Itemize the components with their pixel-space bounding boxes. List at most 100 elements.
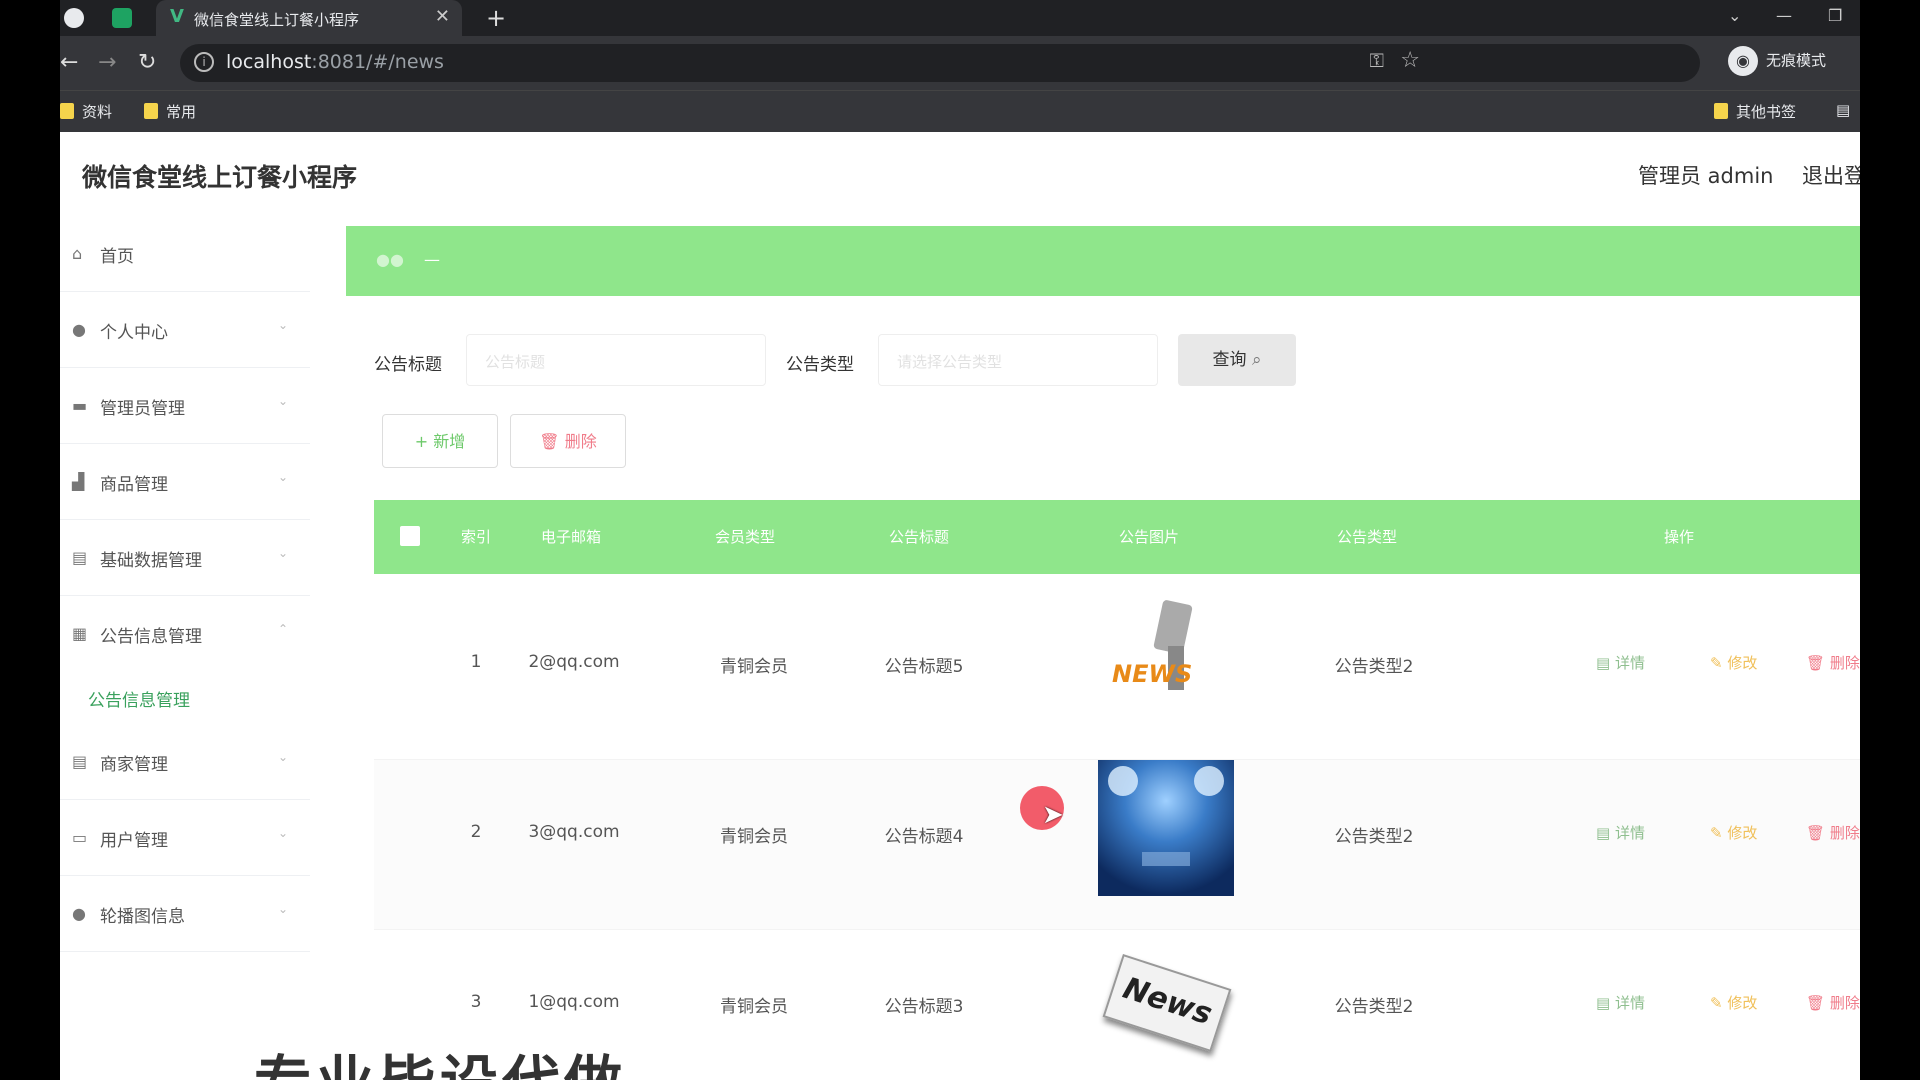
header-member: 会员类型 [714, 528, 775, 546]
forward-icon[interactable]: → [98, 50, 116, 75]
edit-button[interactable]: ✎ 修改 [1710, 652, 1757, 673]
tab-title: 微信食堂线上订餐小程序 [194, 11, 360, 29]
notice-image: NEWS [1098, 596, 1234, 732]
search-icon: ⌕ [1251, 350, 1262, 370]
browser-logo-icon [64, 8, 84, 28]
chevron-down-icon: ⌄ [277, 318, 288, 332]
doc-icon: ▤ [72, 548, 88, 567]
sidebar-item-users[interactable]: ▭ 用户管理 ⌄ [60, 800, 310, 876]
bookmark-folder-1[interactable]: 资料 [60, 101, 112, 122]
sidebar-item-home[interactable]: ⌂ 首页 [60, 216, 310, 292]
type-label: 公告类型 [786, 355, 854, 375]
header-email: 电子邮箱 [540, 528, 601, 546]
cell-type: 公告类型2 [1334, 827, 1414, 847]
cell-title: 公告标题3 [884, 997, 964, 1017]
cell-email: 1@qq.com [528, 992, 620, 1012]
browser-tab-active[interactable]: V 微信食堂线上订餐小程序 ✕ [156, 0, 462, 36]
add-button[interactable]: + 新增 [382, 414, 498, 468]
delete-button[interactable]: 🗑 删除 [1806, 822, 1860, 843]
shop-icon: ▟ [72, 472, 85, 491]
minimize-icon[interactable]: — [1776, 6, 1792, 25]
bookmark-folder-2[interactable]: 常用 [144, 101, 196, 122]
mouse-cursor-icon: ➤ [1042, 800, 1064, 830]
folder-icon [1714, 103, 1728, 119]
header-image: 公告图片 [1118, 528, 1179, 546]
logout-button[interactable]: 退出登录 [1802, 160, 1860, 190]
app-header: 微信食堂线上订餐小程序 管理员 admin 退出登录 [60, 132, 1860, 216]
restore-icon[interactable]: ❐ [1828, 6, 1842, 25]
notice-image: News [1098, 940, 1234, 1076]
batch-delete-button[interactable]: 🗑 删除 [510, 414, 626, 468]
table-row: 1 2@qq.com 青铜会员 公告标题5 NEWS 公告类型2 ▤ 详情 ✎ … [374, 590, 1860, 760]
search-row: 公告标题 公告标题 公告类型 请选择公告类型 查询 ⌕ [60, 332, 1860, 392]
title-input[interactable]: 公告标题 [466, 334, 766, 386]
grid-icon: ▦ [72, 624, 88, 643]
reading-list-icon[interactable]: ▤ [1836, 101, 1850, 119]
cell-type: 公告类型2 [1334, 997, 1414, 1017]
new-tab-icon[interactable]: + [486, 4, 506, 32]
sidebar-item-goods[interactable]: ▟ 商品管理 ⌄ [60, 444, 310, 520]
edit-button[interactable]: ✎ 修改 [1710, 822, 1757, 843]
url-field[interactable]: i localhost:8081/#/news ⚿ ☆ [180, 44, 1700, 82]
cell-email: 3@qq.com [528, 822, 620, 842]
incognito-indicator[interactable]: ◉ 无痕模式 [1728, 46, 1826, 76]
sidebar-item-basedata[interactable]: ▤ 基础数据管理 ⌄ [60, 520, 310, 596]
id-card-icon: ▬ [72, 396, 88, 415]
delete-button[interactable]: 🗑 删除 [1806, 992, 1860, 1013]
header-index: 索引 [460, 528, 491, 546]
chevron-down-icon: ⌄ [277, 826, 288, 840]
cell-type: 公告类型2 [1334, 657, 1414, 677]
notice-image [1098, 760, 1234, 896]
plus-icon: + [414, 432, 434, 451]
edit-button[interactable]: ✎ 修改 [1710, 992, 1757, 1013]
chevron-down-icon: ⌄ [277, 470, 288, 484]
sidebar-item-carousel[interactable]: ● 轮播图信息 ⌄ [60, 876, 310, 952]
table-header: 索引 电子邮箱 会员类型 公告标题 公告图片 公告类型 操作 [374, 500, 1860, 574]
bookmarks-bar: 资料 常用 其他书签 ▤ [60, 90, 1860, 132]
home-icon: ⌂ [72, 244, 83, 263]
cell-member: 青铜会员 [720, 827, 788, 847]
tab-search-icon[interactable]: ⌄ [1728, 6, 1741, 25]
breadcrumb-separator: — [424, 250, 440, 269]
app-title: 微信食堂线上订餐小程序 [82, 163, 358, 192]
sidebar-item-merchant[interactable]: ▤ 商家管理 ⌄ [60, 724, 310, 800]
cell-member: 青铜会员 [720, 657, 788, 677]
sidebar-subitem-notice[interactable]: 公告信息管理 [88, 686, 190, 711]
site-info-icon[interactable]: i [194, 52, 214, 72]
detail-button[interactable]: ▤ 详情 [1596, 992, 1645, 1013]
table-row: 2 3@qq.com 青铜会员 公告标题4 公告类型2 ▤ 详情 ✎ 修改 🗑 … [374, 760, 1860, 930]
bookmark-star-icon[interactable]: ☆ [1400, 48, 1420, 73]
user-icon: ● [72, 904, 86, 923]
detail-button[interactable]: ▤ 详情 [1596, 822, 1645, 843]
browser-tabbar: V 微信食堂线上订餐小程序 ✕ + ⌄ — ❐ [60, 0, 1860, 36]
delete-button[interactable]: 🗑 删除 [1806, 652, 1860, 673]
back-icon[interactable]: ← [60, 50, 78, 75]
tab-close-icon[interactable]: ✕ [435, 6, 450, 27]
detail-button[interactable]: ▤ 详情 [1596, 652, 1645, 673]
breadcrumb-home[interactable]: ●● [376, 250, 404, 269]
folder-icon [60, 103, 74, 119]
app-tab-icon[interactable] [112, 8, 132, 28]
sidebar-item-notice[interactable]: ▦ 公告信息管理 ⌃ [60, 596, 310, 672]
cell-email: 2@qq.com [528, 652, 620, 672]
type-select[interactable]: 请选择公告类型 [878, 334, 1158, 386]
reload-icon[interactable]: ↻ [138, 50, 156, 75]
other-bookmarks[interactable]: 其他书签 [1714, 101, 1796, 122]
chevron-down-icon: ⌄ [277, 902, 288, 916]
chevron-down-icon: ⌄ [277, 546, 288, 560]
browser-addressbar: ← → ↻ i localhost:8081/#/news ⚿ ☆ ◉ 无痕模式 [60, 36, 1860, 90]
title-label: 公告标题 [374, 355, 442, 375]
query-button[interactable]: 查询 ⌕ [1178, 334, 1296, 386]
folder-icon [144, 103, 158, 119]
header-type: 公告类型 [1336, 528, 1397, 546]
select-all-checkbox[interactable] [400, 526, 420, 546]
doc-icon: ▤ [72, 752, 88, 771]
chevron-down-icon: ⌄ [277, 394, 288, 408]
app: 微信食堂线上订餐小程序 管理员 admin 退出登录 ⌂ 首页 ● 个人中心 ⌄… [60, 132, 1860, 1080]
breadcrumb: ●● — [346, 226, 1860, 296]
chevron-up-icon: ⌃ [277, 622, 288, 636]
password-key-icon[interactable]: ⚿ [1370, 50, 1384, 72]
monitor-icon: ▭ [72, 828, 88, 847]
admin-label: 管理员 admin [1638, 164, 1774, 188]
overlay-watermark: 专业毕设代做 [254, 1036, 626, 1080]
